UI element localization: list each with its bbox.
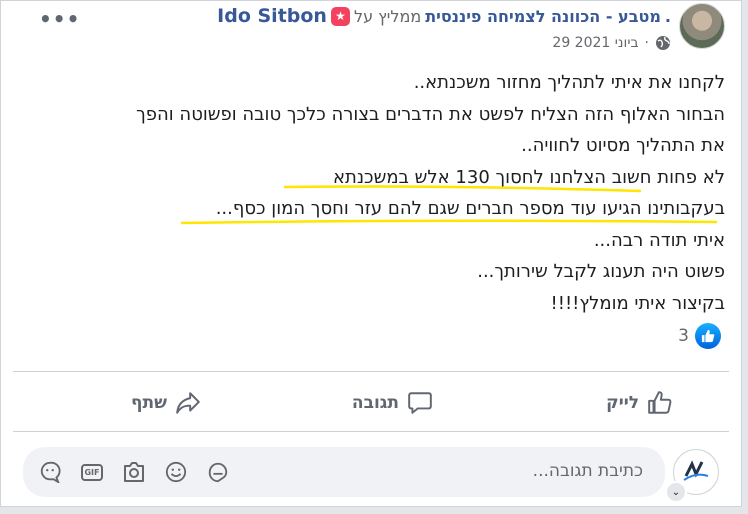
comment-input[interactable]: כתיבת תגובה... GIF xyxy=(23,447,665,497)
more-options-icon[interactable]: ••• xyxy=(39,7,80,31)
reaction-summary[interactable]: 3 xyxy=(678,323,721,349)
post-line: לא פחות חשוב הצלחנו לחסוך 130 אלש במשכנת… xyxy=(332,166,725,188)
post-line: איתי תודה רבה... xyxy=(593,229,725,251)
post-card: Ido Sitbon ★ ממליץ על מטבע - הכוונה לצמי… xyxy=(0,0,742,507)
like-button[interactable]: לייק xyxy=(563,385,673,421)
share-button[interactable]: שתף xyxy=(91,385,201,421)
page-link[interactable]: מטבע - הכוונה לצמיחה פיננסית xyxy=(425,7,661,26)
post-line: לקחנו את איתי לתהליך מחזור משכנתא.. xyxy=(413,72,725,93)
post-line: הבחור האלוף הזה הצליח לפשט את הדברים בצו… xyxy=(136,103,725,125)
post-line: בקיצור איתי מומלץ!!!! xyxy=(550,292,725,314)
gif-icon[interactable]: GIF xyxy=(79,459,105,485)
post-header: Ido Sitbon ★ ממליץ על מטבע - הכוונה לצמי… xyxy=(217,5,671,27)
gif-label: GIF xyxy=(81,463,103,481)
sticker-icon[interactable] xyxy=(205,459,231,485)
divider xyxy=(13,371,729,372)
author-avatar[interactable] xyxy=(679,3,725,49)
recommends-text: ממליץ על xyxy=(353,6,422,26)
comment-icon xyxy=(408,392,432,414)
comment-button[interactable]: תגובה xyxy=(323,385,433,421)
divider xyxy=(13,431,729,432)
smiley-icon[interactable] xyxy=(163,459,189,485)
like-label: לייק xyxy=(606,393,639,413)
post-date[interactable]: 29 ביוני 2021 xyxy=(552,35,638,51)
post-meta: 29 ביוני 2021 · xyxy=(552,33,671,53)
globe-icon xyxy=(656,36,670,50)
chevron-down-icon[interactable]: ⌄ xyxy=(665,481,687,503)
post-text: לקחנו את איתי לתהליך מחזור משכנתא.. הבחו… xyxy=(25,67,725,319)
recommend-badge-icon: ★ xyxy=(330,6,350,26)
thumbs-up-icon xyxy=(648,391,672,414)
comment-placeholder: כתיבת תגובה... xyxy=(532,461,643,481)
share-icon xyxy=(176,392,200,414)
author-name[interactable]: Ido Sitbon xyxy=(217,5,327,27)
post-line: את התהליך מסיוט לחוויה.. xyxy=(521,135,725,156)
avatar-sticker-icon[interactable] xyxy=(37,459,63,485)
share-label: שתף xyxy=(131,393,167,413)
like-reaction-icon xyxy=(695,323,721,349)
camera-icon[interactable] xyxy=(121,459,147,485)
period: . xyxy=(664,6,671,26)
meta-separator: · xyxy=(644,35,649,51)
comment-label: תגובה xyxy=(351,393,399,413)
comment-tools: GIF xyxy=(37,459,231,485)
reaction-count[interactable]: 3 xyxy=(678,326,689,346)
post-line: פשוט היה תענוג לקבל שירותך... xyxy=(477,261,725,282)
post-line: בעקבותינו הגיעו עוד מספר חברים שגם להם ע… xyxy=(215,198,725,219)
